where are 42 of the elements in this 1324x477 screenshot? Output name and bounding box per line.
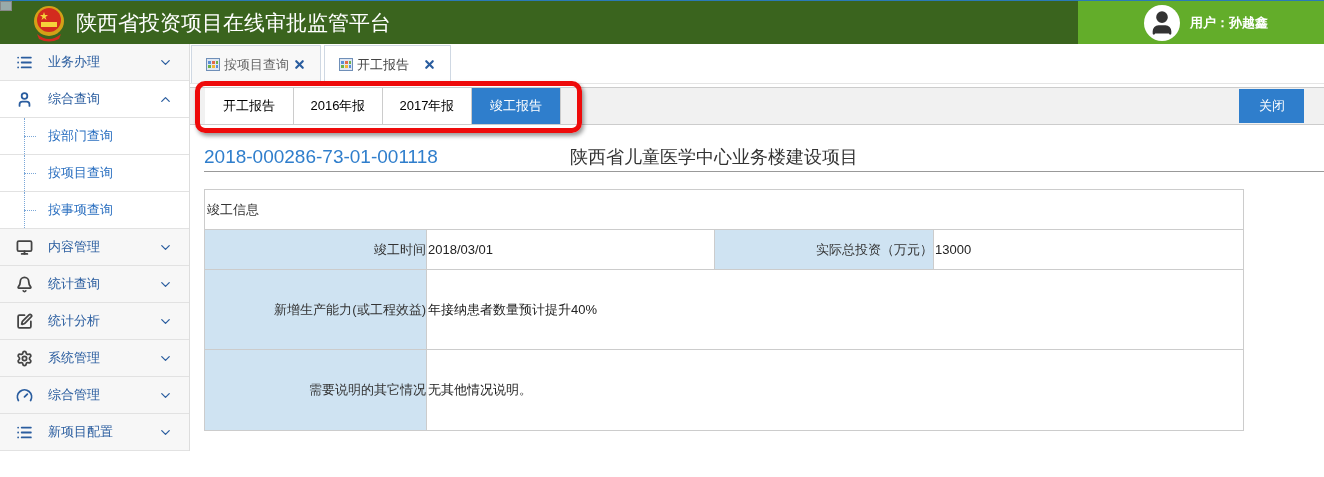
field-label: 新增生产能力(或工程效益) (205, 270, 427, 349)
monitor-icon (15, 238, 33, 256)
field-value: 年接纳患者数量预计提升40% (427, 300, 599, 319)
report-tab[interactable]: 开工报告 (205, 88, 294, 124)
sidebar-subitem[interactable]: 按部门查询 (48, 126, 113, 146)
window-icon (0, 1, 12, 11)
sidebar-subitem[interactable]: 按事项查询 (48, 200, 113, 220)
settings-icon (15, 349, 33, 367)
app-title: 陕西省投资项目在线审批监管平台 (76, 9, 391, 36)
field-value: 13000 (934, 240, 973, 259)
field-value: 无其他情况说明。 (427, 381, 533, 400)
page-tab[interactable]: 开工报告 (324, 45, 451, 83)
bell-icon (15, 275, 33, 293)
report-tab[interactable]: 竣工报告 (472, 88, 561, 124)
section-title: 竣工信息 (207, 200, 259, 219)
grid-icon (339, 58, 353, 71)
report-tab[interactable]: 2017年报 (383, 88, 472, 124)
user-name: 用户：孙越鑫 (1190, 13, 1268, 32)
field-label: 需要说明的其它情况 (205, 350, 427, 430)
sidebar-item[interactable]: 统计分析 (0, 303, 189, 340)
project-name: 陕西省儿童医学中心业务楼建设项目 (570, 146, 858, 169)
gauge-icon (15, 386, 33, 404)
grid-icon (206, 58, 220, 71)
sidebar-item[interactable]: 统计查询 (0, 266, 189, 303)
close-icon[interactable] (293, 58, 306, 71)
page-tab[interactable]: 按项目查询 (191, 45, 321, 83)
field-label: 实际总投资（万元） (714, 230, 934, 269)
avatar-icon[interactable] (1144, 4, 1180, 41)
emblem-icon (32, 3, 66, 42)
field-label: 竣工时间 (205, 230, 427, 269)
sidebar-item[interactable]: 业务办理 (0, 44, 189, 81)
project-code: 2018-000286-73-01-001118 (204, 144, 439, 169)
sidebar-item[interactable]: 综合管理 (0, 377, 189, 414)
sidebar-item[interactable]: 内容管理 (0, 229, 189, 266)
field-value: 2018/03/01 (427, 240, 495, 259)
sidebar-item[interactable]: 新项目配置 (0, 414, 189, 451)
sidebar-item[interactable]: 系统管理 (0, 340, 189, 377)
report-tab[interactable]: 2016年报 (294, 88, 383, 124)
close-icon[interactable] (423, 58, 436, 71)
close-button[interactable]: 关闭 (1239, 89, 1304, 123)
edit-icon (15, 312, 33, 330)
sidebar-subitem[interactable]: 按项目查询 (48, 163, 113, 183)
